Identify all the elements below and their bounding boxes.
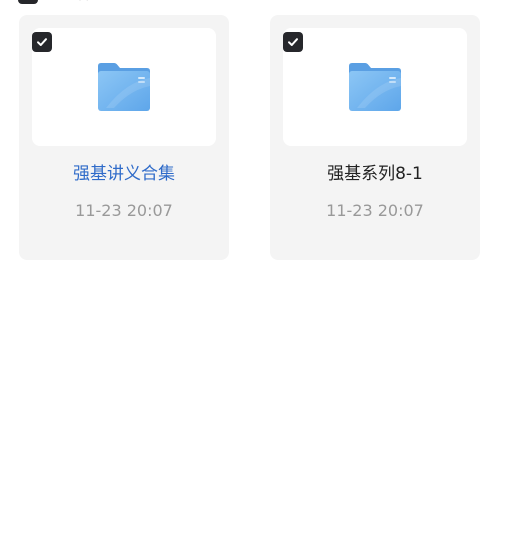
select-all-row[interactable]: 全部 bbox=[18, 0, 92, 4]
select-all-label: 全部 bbox=[64, 0, 92, 4]
file-name[interactable]: 强基系列8-1 bbox=[270, 163, 480, 185]
checkmark-icon bbox=[288, 38, 298, 46]
file-time: 11-23 20:07 bbox=[75, 201, 173, 220]
select-all-checkbox[interactable] bbox=[18, 0, 38, 4]
file-time: 11-23 20:07 bbox=[326, 201, 424, 220]
folder-icon bbox=[96, 62, 152, 112]
file-card[interactable]: 强基讲义合集 11-23 20:07 bbox=[19, 15, 229, 260]
file-thumbnail[interactable] bbox=[32, 28, 216, 146]
file-name[interactable]: 强基讲义合集 bbox=[19, 163, 229, 185]
file-card[interactable]: 强基系列8-1 11-23 20:07 bbox=[270, 15, 480, 260]
file-checkbox[interactable] bbox=[32, 32, 52, 52]
checkmark-icon bbox=[37, 38, 47, 46]
file-thumbnail[interactable] bbox=[283, 28, 467, 146]
file-checkbox[interactable] bbox=[283, 32, 303, 52]
folder-icon bbox=[347, 62, 403, 112]
